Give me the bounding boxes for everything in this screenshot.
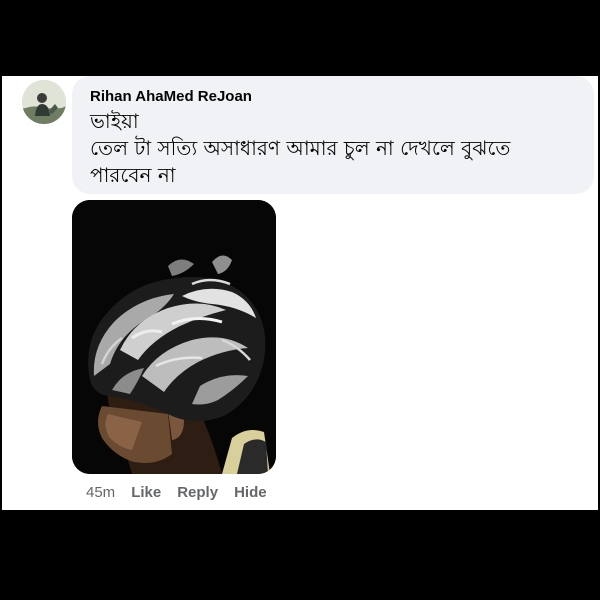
comment-timestamp[interactable]: 45m: [86, 484, 115, 501]
comment-actions: 45m Like Reply Hide: [86, 482, 267, 502]
comment-panel: Rihan AhaMed ReJoan ভাইয়া তেল টা সত্যি …: [2, 76, 598, 510]
reply-button[interactable]: Reply: [177, 484, 218, 501]
avatar-photo-icon: [22, 80, 66, 124]
hair-photo-icon: [72, 200, 276, 474]
hide-button[interactable]: Hide: [234, 484, 267, 501]
comment-photo-attachment[interactable]: [72, 200, 276, 474]
comment-author-name[interactable]: Rihan AhaMed ReJoan: [90, 88, 252, 105]
comment-text: ভাইয়া তেল টা সত্যি অসাধারণ আমার চুল না …: [90, 109, 511, 187]
avatar[interactable]: [22, 80, 66, 124]
like-button[interactable]: Like: [131, 484, 161, 501]
comment-bubble: Rihan AhaMed ReJoan ভাইয়া তেল টা সত্যি …: [72, 76, 594, 194]
